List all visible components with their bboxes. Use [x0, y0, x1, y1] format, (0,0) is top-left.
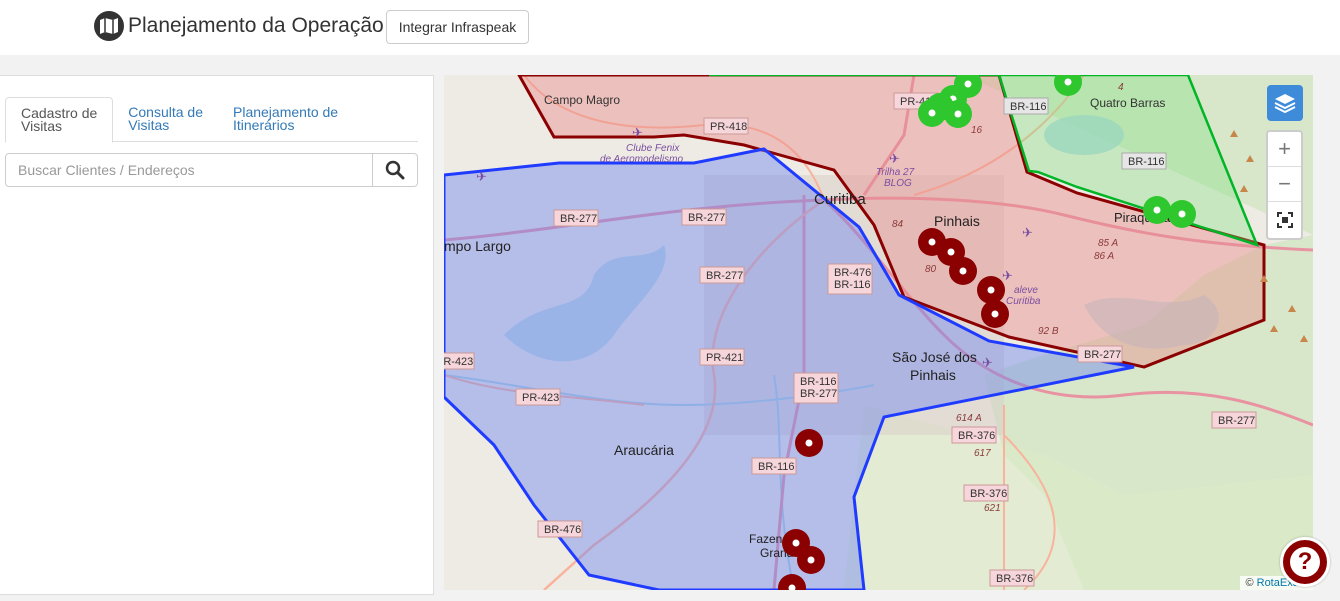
road-label: BR-476: [544, 524, 581, 536]
road-label: PR-421: [706, 352, 743, 364]
visit-marker-red[interactable]: [795, 429, 823, 457]
title-wrap: Planejamento da Operação: [94, 10, 384, 42]
place-label: São José dos: [892, 349, 977, 365]
visit-marker-red[interactable]: [981, 300, 1009, 328]
tab-label: Visitas: [21, 118, 62, 134]
tab-cadastro-visitas[interactable]: Cadastro de Visitas: [5, 97, 114, 143]
map-icon: [94, 11, 124, 41]
layers-button[interactable]: [1267, 85, 1303, 121]
road-label: BR-116: [1010, 101, 1046, 113]
tab-label: Visitas: [128, 117, 170, 133]
zoom-in-button[interactable]: +: [1268, 132, 1301, 167]
help-button[interactable]: ?: [1280, 537, 1330, 587]
place-label: Curitiba: [1006, 296, 1041, 307]
attribution-prefix: ©: [1245, 577, 1254, 589]
road-label: BR-116: [758, 461, 794, 473]
tab-bar: Cadastro de Visitas Consulta de Visitas …: [5, 97, 418, 143]
page-title: Planejamento da Operação: [128, 14, 384, 37]
question-icon: ?: [1290, 547, 1320, 577]
road-label: 92 B: [1038, 326, 1059, 337]
visit-marker-red[interactable]: [797, 546, 825, 574]
tab-planejamento-itinerarios[interactable]: Planejamento de Itinerários: [218, 97, 353, 142]
airport-icon: ✈: [476, 169, 487, 184]
plus-icon: +: [1278, 136, 1291, 161]
place-label: Araucária: [614, 442, 674, 458]
road-label: BR-376: [970, 488, 1007, 500]
road-label: BR-476: [834, 267, 871, 279]
road-label: BR-116: [834, 279, 870, 291]
road-label: PR-418: [710, 121, 747, 133]
place-label: Trilha 27: [876, 167, 915, 178]
road-label: BR-116: [800, 376, 836, 388]
airport-icon: ✈: [1022, 225, 1033, 240]
road-label: 16: [971, 125, 983, 136]
visit-marker-green[interactable]: [944, 100, 972, 128]
road-label: BR-277: [688, 212, 725, 224]
road-label: BR-116: [1128, 156, 1164, 168]
airport-icon: ✈: [1002, 268, 1013, 283]
place-label: aleve: [1014, 285, 1038, 296]
search-input[interactable]: [5, 153, 373, 187]
road-label: BR-277: [1084, 349, 1121, 361]
search-icon: [385, 160, 405, 180]
search-button[interactable]: [373, 153, 418, 187]
place-label: Quatro Barras: [1090, 96, 1165, 110]
map-view[interactable]: Campo Magro Curitiba Pinhais Piraquara m…: [444, 75, 1313, 590]
place-label: Clube Fenix: [626, 143, 680, 154]
app-header: Planejamento da Operação Integrar Infras…: [0, 0, 1340, 55]
integrate-infraspeak-button[interactable]: Integrar Infraspeak: [386, 10, 529, 44]
place-label: Curitiba: [814, 191, 866, 208]
place-label: mpo Largo: [444, 238, 511, 254]
layers-icon: [1274, 94, 1296, 114]
road-label: 80: [925, 264, 937, 275]
road-label: BR-376: [958, 430, 995, 442]
place-label: de Aeromodelismo: [600, 154, 683, 165]
road-label: 4: [1118, 82, 1124, 93]
visit-marker-red[interactable]: [949, 257, 977, 285]
road-label: 617: [974, 448, 991, 459]
road-label: BR-277: [800, 388, 837, 400]
road-label: PR-423: [522, 392, 559, 404]
road-label: 85 A: [1098, 238, 1119, 249]
visit-marker-green[interactable]: [1168, 200, 1196, 228]
search-group: [5, 153, 418, 187]
road-label: BR-376: [996, 573, 1033, 585]
road-label: BR-277: [706, 270, 743, 282]
road-label: BR-277: [1218, 415, 1255, 427]
place-label: Pinhais: [910, 367, 956, 383]
road-label: PR-423: [444, 356, 473, 368]
visit-marker-red[interactable]: [977, 276, 1005, 304]
left-panel: Cadastro de Visitas Consulta de Visitas …: [0, 75, 434, 595]
visit-marker-green[interactable]: [1143, 196, 1171, 224]
fit-bounds-button[interactable]: [1268, 202, 1301, 237]
minus-icon: −: [1278, 171, 1291, 196]
airport-icon: ✈: [889, 151, 900, 166]
place-label: BLOG: [884, 178, 912, 189]
zoom-out-button[interactable]: −: [1268, 167, 1301, 202]
zoom-control: + −: [1266, 130, 1303, 240]
road-label: 614 A: [956, 413, 982, 424]
airport-icon: ✈: [632, 125, 643, 140]
place-label: Campo Magro: [544, 93, 620, 107]
place-label: Pinhais: [934, 213, 980, 229]
road-label: 621: [984, 503, 1001, 514]
road-label: 84: [892, 219, 904, 230]
tab-consulta-visitas[interactable]: Consulta de Visitas: [113, 97, 218, 142]
map-canvas[interactable]: Campo Magro Curitiba Pinhais Piraquara m…: [444, 75, 1313, 590]
visit-marker-green[interactable]: [918, 99, 946, 127]
airport-icon: ✈: [982, 355, 993, 370]
tab-label: Itinerários: [233, 117, 295, 133]
road-label: 86 A: [1094, 251, 1115, 262]
fit-bounds-icon: [1276, 211, 1293, 228]
road-label: BR-277: [560, 213, 597, 225]
